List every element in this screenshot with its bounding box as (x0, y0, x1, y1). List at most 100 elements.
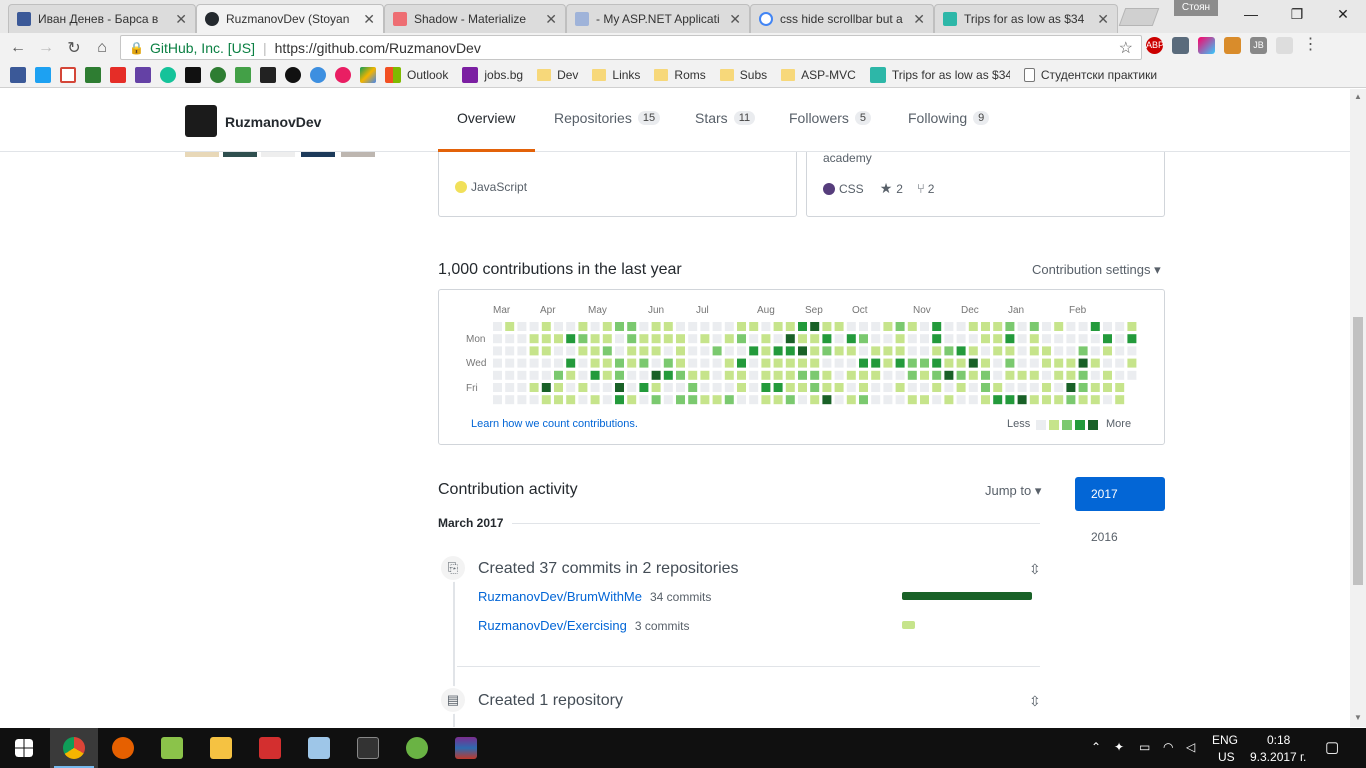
contribution-day[interactable] (493, 334, 502, 344)
home-icon[interactable] (85, 66, 101, 83)
contribution-day[interactable] (785, 358, 795, 368)
gmail-icon[interactable] (60, 66, 76, 83)
contribution-settings-dropdown[interactable]: Contribution settings ▾ (1032, 262, 1161, 278)
contribution-day[interactable] (1090, 383, 1100, 392)
contribution-day[interactable] (578, 334, 588, 344)
contribution-day[interactable] (944, 322, 954, 331)
contribution-day[interactable] (615, 346, 624, 356)
contribution-day[interactable] (1078, 322, 1088, 331)
contribution-day[interactable] (920, 322, 929, 331)
fold-icon[interactable]: ⇳ (1029, 561, 1041, 578)
contribution-day[interactable] (834, 358, 844, 368)
volume-icon[interactable]: ◁ (1186, 740, 1195, 754)
page-scrollbar[interactable]: ▲ ▼ (1350, 89, 1366, 727)
contribution-day[interactable] (639, 358, 649, 368)
contribution-day[interactable] (944, 334, 954, 344)
contribution-day[interactable] (663, 358, 673, 368)
bookmark-folder-asp-mvc[interactable]: ASP-MVC (781, 68, 856, 82)
contribution-day[interactable] (859, 358, 868, 368)
contribution-day[interactable] (968, 383, 978, 392)
contribution-day[interactable] (773, 370, 783, 380)
tab-repositories[interactable]: Repositories 15 (554, 110, 661, 126)
start-button[interactable] (0, 728, 48, 768)
tab-followers[interactable]: Followers 5 (789, 110, 872, 126)
contribution-day[interactable] (749, 383, 759, 392)
contribution-day[interactable] (1103, 395, 1112, 405)
tab-following[interactable]: Following 9 (908, 110, 990, 126)
contribution-day[interactable] (956, 358, 966, 368)
contribution-day[interactable] (749, 395, 759, 405)
contribution-day[interactable] (651, 346, 661, 356)
contribution-day[interactable] (566, 383, 576, 392)
contribution-day[interactable] (773, 334, 783, 344)
contribution-day[interactable] (773, 358, 783, 368)
contribution-day[interactable] (785, 334, 795, 344)
bookmark-jobs[interactable]: jobs.bg (462, 66, 523, 83)
close-icon[interactable]: ✕ (175, 11, 187, 28)
contribution-day[interactable] (651, 383, 661, 392)
palette-icon[interactable] (1198, 37, 1215, 54)
taskbar-utorrent[interactable] (393, 728, 441, 768)
contribution-day[interactable] (968, 334, 978, 344)
contribution-day[interactable] (810, 358, 820, 368)
upload-icon[interactable] (235, 66, 251, 83)
contribution-day[interactable] (895, 346, 905, 356)
contribution-day[interactable] (944, 395, 954, 405)
restore-icon[interactable]: ❐ (1274, 0, 1320, 28)
contribution-day[interactable] (663, 322, 673, 331)
taskbar-chrome[interactable] (50, 728, 98, 768)
contribution-day[interactable] (1017, 346, 1027, 356)
contribution-day[interactable] (590, 322, 600, 331)
contribution-day[interactable] (1078, 370, 1088, 380)
contribution-day[interactable] (639, 370, 649, 380)
taskbar-control-panel[interactable] (295, 728, 343, 768)
contribution-day[interactable] (651, 370, 661, 380)
scrollbar-thumb[interactable] (1353, 317, 1363, 585)
contribution-day[interactable] (883, 370, 893, 380)
contribution-day[interactable] (737, 358, 746, 368)
contribution-day[interactable] (651, 322, 661, 331)
contribution-day[interactable] (846, 383, 856, 392)
browser-tab[interactable]: - My ASP.NET Applicati ✕ (566, 4, 750, 33)
contribution-day[interactable] (1005, 322, 1015, 331)
contribution-day[interactable] (1115, 383, 1125, 392)
home-icon[interactable]: ⌂ (88, 39, 116, 57)
contribution-day[interactable] (541, 322, 551, 331)
contribution-day[interactable] (712, 322, 722, 331)
bookmark-outlook[interactable]: Outlook (385, 66, 448, 83)
contribution-day[interactable] (554, 358, 563, 368)
contribution-day[interactable] (1115, 322, 1125, 331)
contribution-day[interactable] (505, 322, 515, 331)
contribution-day[interactable] (1029, 395, 1039, 405)
contribution-day[interactable] (981, 358, 990, 368)
contribution-day[interactable] (724, 346, 734, 356)
contribution-day[interactable] (871, 334, 881, 344)
contribution-day[interactable] (761, 346, 771, 356)
contribution-day[interactable] (798, 395, 807, 405)
contribution-day[interactable] (651, 358, 661, 368)
contribution-day[interactable] (1127, 346, 1137, 356)
contribution-day[interactable] (968, 358, 978, 368)
contribution-day[interactable] (810, 383, 820, 392)
contribution-day[interactable] (529, 370, 539, 380)
contribution-day[interactable] (602, 395, 612, 405)
contribution-day[interactable] (883, 346, 893, 356)
contribution-day[interactable] (834, 322, 844, 331)
contribution-day[interactable] (541, 346, 551, 356)
contribution-day[interactable] (859, 383, 868, 392)
chevron-up-icon[interactable]: ⌃ (1091, 740, 1101, 754)
contribution-day[interactable] (773, 395, 783, 405)
contribution-day[interactable] (846, 370, 856, 380)
avatar[interactable] (185, 105, 217, 137)
contribution-day[interactable] (1066, 358, 1076, 368)
contribution-day[interactable] (1127, 358, 1137, 368)
contribution-day[interactable] (785, 395, 795, 405)
contribution-day[interactable] (737, 322, 746, 331)
contribution-day[interactable] (1005, 346, 1015, 356)
contribution-day[interactable] (944, 370, 954, 380)
contribution-day[interactable] (883, 383, 893, 392)
eyedropper-icon[interactable] (1172, 37, 1189, 54)
year-2016-link[interactable]: 2016 (1091, 530, 1118, 544)
contribution-day[interactable] (920, 383, 929, 392)
contribution-day[interactable] (517, 334, 527, 344)
